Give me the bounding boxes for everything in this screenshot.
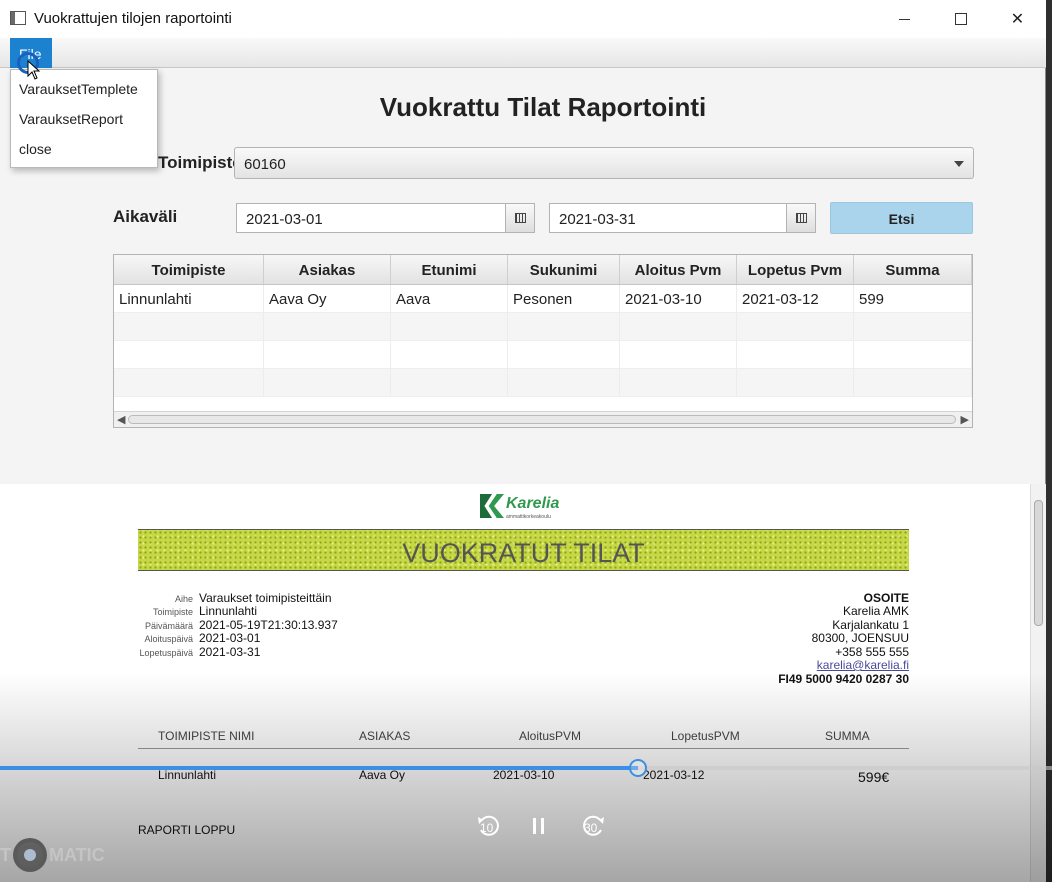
report-cell: 599€ bbox=[858, 769, 890, 785]
column-header-lopetus-pvm[interactable]: Lopetus Pvm bbox=[737, 255, 854, 284]
column-header-sukunimi[interactable]: Sukunimi bbox=[508, 255, 620, 284]
report-column-header: AloitusPVM bbox=[519, 729, 582, 743]
column-header-etunimi[interactable]: Etunimi bbox=[391, 255, 508, 284]
rewind-seconds: 10 bbox=[480, 821, 494, 835]
column-header-aloitus-pvm[interactable]: Aloitus Pvm bbox=[620, 255, 737, 284]
table-row[interactable]: Linnunlahti Aava Oy Aava Pesonen 2021-03… bbox=[114, 285, 972, 313]
table-cell: Linnunlahti bbox=[114, 285, 264, 312]
forward-seconds: 30 bbox=[584, 821, 598, 835]
karelia-logo: Karelia ammattikorkeakoulu bbox=[480, 494, 580, 520]
scrollbar-thumb[interactable] bbox=[128, 415, 956, 424]
table-body: Linnunlahti Aava Oy Aava Pesonen 2021-03… bbox=[114, 285, 972, 397]
calendar-icon bbox=[795, 213, 807, 223]
address-line: +358 555 555 bbox=[835, 645, 909, 659]
meta-label: Lopetuspäivä bbox=[139, 648, 193, 658]
close-icon: ✕ bbox=[1010, 11, 1025, 28]
mouse-pointer-icon bbox=[27, 60, 41, 80]
column-header-asiakas[interactable]: Asiakas bbox=[264, 255, 391, 284]
report-banner: VUOKRATUT TILAT bbox=[138, 529, 909, 571]
aikavali-label: Aikaväli bbox=[113, 207, 178, 226]
report-cell: Linnunlahti bbox=[158, 768, 217, 782]
address-line: 80300, JOENSUU bbox=[811, 631, 909, 645]
file-menu-dropdown: VarauksetTemplete VarauksetReport close bbox=[10, 69, 158, 168]
meta-value: 2021-05-19T21:30:13.937 bbox=[199, 618, 338, 632]
minimize-button[interactable] bbox=[876, 0, 933, 38]
maximize-icon bbox=[954, 13, 967, 25]
address-email-link[interactable]: karelia@karelia.fi bbox=[817, 658, 909, 672]
pause-button[interactable] bbox=[530, 811, 548, 841]
report-cell: 2021-03-12 bbox=[643, 768, 705, 782]
table-cell: Aava Oy bbox=[264, 285, 391, 312]
meta-value: Varaukset toimipisteittäin bbox=[199, 591, 332, 605]
address-line: Karjalankatu 1 bbox=[832, 618, 909, 632]
meta-label: Toimipiste bbox=[152, 607, 193, 617]
empty-table-row bbox=[114, 341, 972, 369]
column-header-toimipiste[interactable]: Toimipiste bbox=[114, 255, 264, 284]
minimize-icon bbox=[899, 18, 910, 20]
video-progress-fill bbox=[0, 766, 638, 770]
address-line: Karelia AMK bbox=[842, 604, 909, 618]
address-heading: OSOITE bbox=[863, 591, 909, 605]
report-viewer: Karelia ammattikorkeakoulu VUOKRATUT TIL… bbox=[0, 484, 1046, 882]
pause-icon bbox=[533, 818, 544, 834]
toimipiste-select-value: 60160 bbox=[244, 156, 286, 173]
report-cell: 2021-03-10 bbox=[493, 768, 555, 782]
meta-value: Linnunlahti bbox=[199, 604, 258, 618]
menu-item-varaukset-report[interactable]: VarauksetReport bbox=[11, 100, 157, 130]
table-cell: 2021-03-10 bbox=[620, 285, 737, 312]
table-cell: 599 bbox=[854, 285, 972, 312]
app-icon bbox=[10, 11, 26, 25]
menu-bar: File bbox=[0, 38, 1046, 68]
report-divider bbox=[138, 748, 909, 749]
meta-value: 2021-03-01 bbox=[199, 631, 261, 645]
report-footer: RAPORTI LOPPU bbox=[138, 823, 236, 837]
watermark-logo-icon bbox=[13, 838, 47, 872]
window-title: Vuokrattujen tilojen raportointi bbox=[34, 10, 232, 27]
recorder-watermark: T MATIC bbox=[0, 836, 105, 874]
scrollbar-thumb[interactable] bbox=[1034, 500, 1043, 626]
report-title: VUOKRATUT TILAT bbox=[402, 538, 645, 568]
report-column-header: ASIAKAS bbox=[359, 729, 411, 743]
table-header: Toimipiste Asiakas Etunimi Sukunimi Aloi… bbox=[114, 255, 972, 285]
menu-item-close[interactable]: close bbox=[11, 130, 157, 160]
title-bar[interactable]: Vuokrattujen tilojen raportointi ✕ bbox=[0, 0, 1046, 38]
report-column-header: SUMMA bbox=[825, 729, 870, 743]
horizontal-scrollbar[interactable]: ◀ ▶ bbox=[114, 411, 972, 427]
meta-label: Aihe bbox=[174, 594, 193, 604]
report-vertical-scrollbar[interactable] bbox=[1030, 484, 1046, 882]
table-cell: Aava bbox=[391, 285, 508, 312]
video-progress-handle[interactable] bbox=[628, 759, 647, 777]
report-column-header: TOIMIPISTE NIMI bbox=[158, 729, 255, 743]
report-column-header: LopetusPVM bbox=[671, 729, 740, 743]
table-cell: 2021-03-12 bbox=[737, 285, 854, 312]
calendar-icon bbox=[514, 213, 526, 223]
empty-table-row bbox=[114, 369, 972, 397]
start-date-picker-button[interactable] bbox=[505, 203, 535, 233]
results-table: Toimipiste Asiakas Etunimi Sukunimi Aloi… bbox=[113, 254, 973, 428]
meta-value: 2021-03-31 bbox=[199, 645, 261, 659]
empty-table-row bbox=[114, 313, 972, 341]
scroll-left-icon[interactable]: ◀ bbox=[117, 413, 125, 426]
toimipiste-label: Toimipiste bbox=[158, 153, 242, 172]
maximize-button[interactable] bbox=[932, 0, 989, 38]
column-header-summa[interactable]: Summa bbox=[854, 255, 972, 284]
toimipiste-select[interactable]: 60160 bbox=[234, 147, 974, 179]
scroll-right-icon[interactable]: ▶ bbox=[961, 413, 969, 426]
search-button[interactable]: Etsi bbox=[830, 202, 973, 234]
meta-label: Päivämäärä bbox=[144, 621, 193, 631]
close-button[interactable]: ✕ bbox=[989, 0, 1046, 38]
end-date-picker-button[interactable] bbox=[786, 203, 816, 233]
report-cell: Aava Oy bbox=[359, 768, 406, 782]
end-date-field[interactable]: 2021-03-31 bbox=[549, 203, 787, 233]
forward-30-button[interactable]: 30 bbox=[578, 811, 608, 841]
address-iban: FI49 5000 9420 0287 30 bbox=[778, 672, 909, 686]
start-date-field[interactable]: 2021-03-01 bbox=[236, 203, 506, 233]
chevron-down-icon bbox=[954, 161, 964, 167]
meta-label: Aloituspäivä bbox=[144, 634, 193, 644]
table-cell: Pesonen bbox=[508, 285, 620, 312]
rewind-10-button[interactable]: 10 bbox=[474, 811, 504, 841]
